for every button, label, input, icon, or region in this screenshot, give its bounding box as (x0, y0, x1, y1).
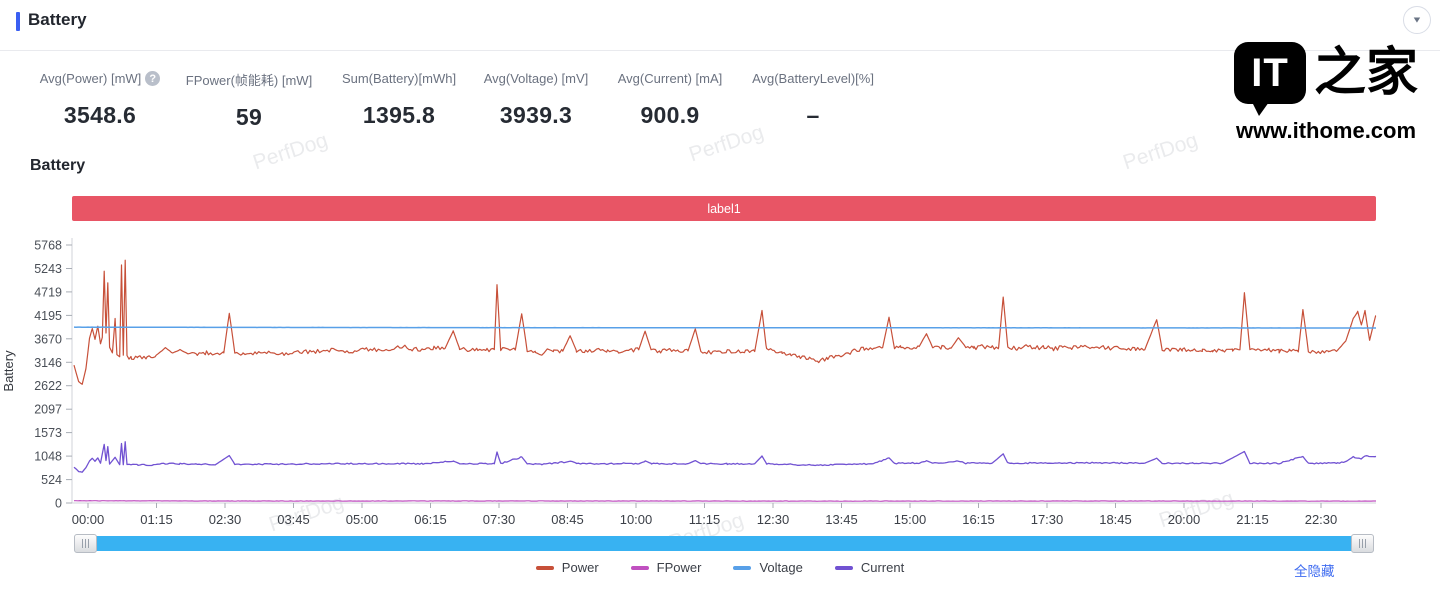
range-handle-right[interactable] (1351, 534, 1374, 553)
y-tick-label: 3670 (34, 332, 62, 346)
chart-range-scrollbar[interactable] (74, 536, 1374, 551)
chevron-down-icon: ▼ (1412, 16, 1423, 25)
y-tick-label: 524 (41, 473, 62, 487)
x-tick-label: 15:00 (894, 512, 927, 527)
page-title: Battery (28, 10, 87, 30)
label-band[interactable]: label1 (72, 196, 1376, 221)
hide-all-link[interactable]: 全隐藏 (1294, 560, 1335, 580)
y-tick-label: 3146 (34, 356, 62, 370)
ithome-zhijia-text: 之家 (1314, 42, 1418, 104)
x-tick-label: 00:00 (72, 512, 105, 527)
legend-dash-icon (835, 566, 853, 570)
legend-dash-icon (536, 566, 554, 570)
legend-dash-icon (631, 566, 649, 570)
stat-label: Avg(BatteryLevel)[%] (752, 71, 874, 86)
y-tick-label: 2097 (34, 403, 62, 417)
ithome-logo: IT 之家 www.ithome.com (1228, 42, 1424, 144)
stat-value: – (703, 102, 923, 129)
perfdog-watermark: PerfDog (250, 129, 331, 176)
x-tick-label: 07:30 (483, 512, 516, 527)
current-line (74, 442, 1376, 472)
ithome-url-text: www.ithome.com (1228, 118, 1424, 144)
legend-item-power[interactable]: Power (536, 560, 599, 575)
ithome-it-bubble-icon: IT (1234, 42, 1306, 104)
legend-label: Voltage (759, 560, 802, 575)
chart-legend: Power FPower Voltage Current (0, 560, 1440, 575)
x-tick-label: 05:00 (346, 512, 379, 527)
header-accent-bar (16, 12, 20, 31)
legend-label: Power (562, 560, 599, 575)
y-tick-label: 4195 (34, 309, 62, 323)
x-tick-label: 02:30 (209, 512, 242, 527)
legend-item-current[interactable]: Current (835, 560, 904, 575)
header-divider (0, 50, 1440, 51)
x-tick-label: 22:30 (1305, 512, 1338, 527)
y-tick-label: 0 (55, 497, 62, 511)
x-tick-label: 18:45 (1099, 512, 1132, 527)
stat-avg-batterylevel: Avg(BatteryLevel)[%] – (703, 70, 923, 129)
x-tick-label: 01:15 (140, 512, 173, 527)
x-tick-label: 06:15 (414, 512, 447, 527)
fpower-line (74, 501, 1376, 502)
y-tick-label: 5243 (34, 262, 62, 276)
x-tick-label: 17:30 (1031, 512, 1064, 527)
perfdog-watermark: PerfDog (266, 491, 347, 538)
perfdog-battery-panel: PerfDog PerfDog PerfDog PerfDog PerfDog … (0, 0, 1440, 589)
x-tick-label: 13:45 (825, 512, 858, 527)
chart-section-title: Battery (30, 157, 85, 175)
legend-item-voltage[interactable]: Voltage (733, 560, 802, 575)
x-tick-label: 08:45 (551, 512, 584, 527)
x-tick-label: 12:30 (757, 512, 790, 527)
y-tick-label: 5768 (34, 239, 62, 253)
y-tick-label: 4719 (34, 285, 62, 299)
perfdog-watermark: PerfDog (1156, 487, 1237, 534)
x-tick-label: 10:00 (620, 512, 653, 527)
x-tick-label: 21:15 (1236, 512, 1269, 527)
perfdog-watermark: PerfDog (1120, 129, 1201, 176)
y-tick-label: 1573 (34, 426, 62, 440)
legend-label: Current (861, 560, 904, 575)
x-tick-label: 16:15 (962, 512, 995, 527)
voltage-line (74, 327, 1376, 328)
legend-dash-icon (733, 566, 751, 570)
y-axis-title: Battery (1, 350, 16, 392)
legend-label: FPower (657, 560, 702, 575)
stat-label: Avg(Power) [mW] (40, 71, 142, 86)
range-handle-left[interactable] (74, 534, 97, 553)
collapse-panel-button[interactable]: ▼ (1403, 6, 1431, 34)
legend-item-fpower[interactable]: FPower (631, 560, 702, 575)
power-line (74, 260, 1376, 384)
y-tick-label: 2622 (34, 379, 62, 393)
y-tick-label: 1048 (34, 450, 62, 464)
